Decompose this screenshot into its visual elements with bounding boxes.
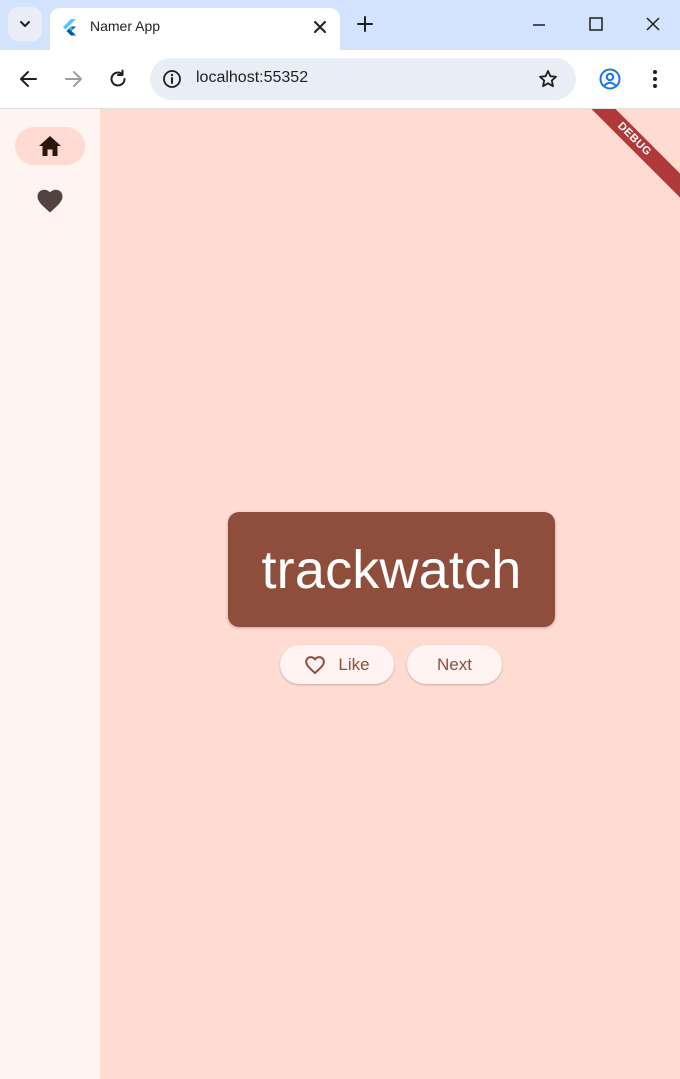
word-pair-text: trackwatch bbox=[261, 539, 522, 600]
new-tab-icon[interactable] bbox=[356, 15, 374, 33]
rail-item-favorites[interactable] bbox=[15, 182, 85, 220]
debug-banner: DEBUG bbox=[564, 109, 680, 210]
minimize-icon[interactable] bbox=[530, 15, 548, 33]
browser-tab[interactable]: Namer App bbox=[50, 8, 340, 50]
like-button-label: Like bbox=[338, 654, 370, 674]
url-text: localhost:55352 bbox=[196, 69, 309, 86]
favorite-icon bbox=[37, 189, 63, 213]
flutter-icon bbox=[63, 19, 76, 36]
address-bar[interactable]: localhost:55352 bbox=[150, 58, 576, 100]
tab-search-button[interactable] bbox=[8, 7, 42, 41]
browser-toolbar: localhost:55352 bbox=[0, 50, 680, 109]
like-button[interactable]: Like bbox=[280, 645, 394, 684]
word-card: trackwatch bbox=[228, 512, 555, 627]
maximize-icon[interactable] bbox=[587, 15, 605, 33]
close-icon[interactable] bbox=[312, 19, 328, 35]
forward-arrow-icon[interactable] bbox=[62, 68, 84, 90]
navigation-rail bbox=[0, 109, 100, 1079]
main-content: DEBUG trackwatch Like Next bbox=[100, 109, 680, 1079]
rail-item-home[interactable] bbox=[15, 127, 85, 165]
browser-tab-bar: Namer App bbox=[0, 0, 680, 50]
tab-title: Namer App bbox=[90, 18, 161, 34]
next-button[interactable]: Next bbox=[407, 645, 502, 684]
chevron-down-icon bbox=[20, 21, 30, 27]
site-info-icon[interactable] bbox=[162, 69, 182, 89]
window-close-icon[interactable] bbox=[644, 15, 662, 33]
back-arrow-icon[interactable] bbox=[18, 68, 40, 90]
more-options-icon[interactable] bbox=[645, 68, 665, 90]
profile-icon[interactable] bbox=[599, 68, 621, 90]
bookmark-star-icon[interactable] bbox=[538, 69, 558, 89]
home-icon bbox=[39, 136, 61, 156]
reload-icon[interactable] bbox=[107, 68, 129, 90]
next-button-label: Next bbox=[437, 654, 472, 674]
favorite-border-icon bbox=[305, 655, 326, 674]
